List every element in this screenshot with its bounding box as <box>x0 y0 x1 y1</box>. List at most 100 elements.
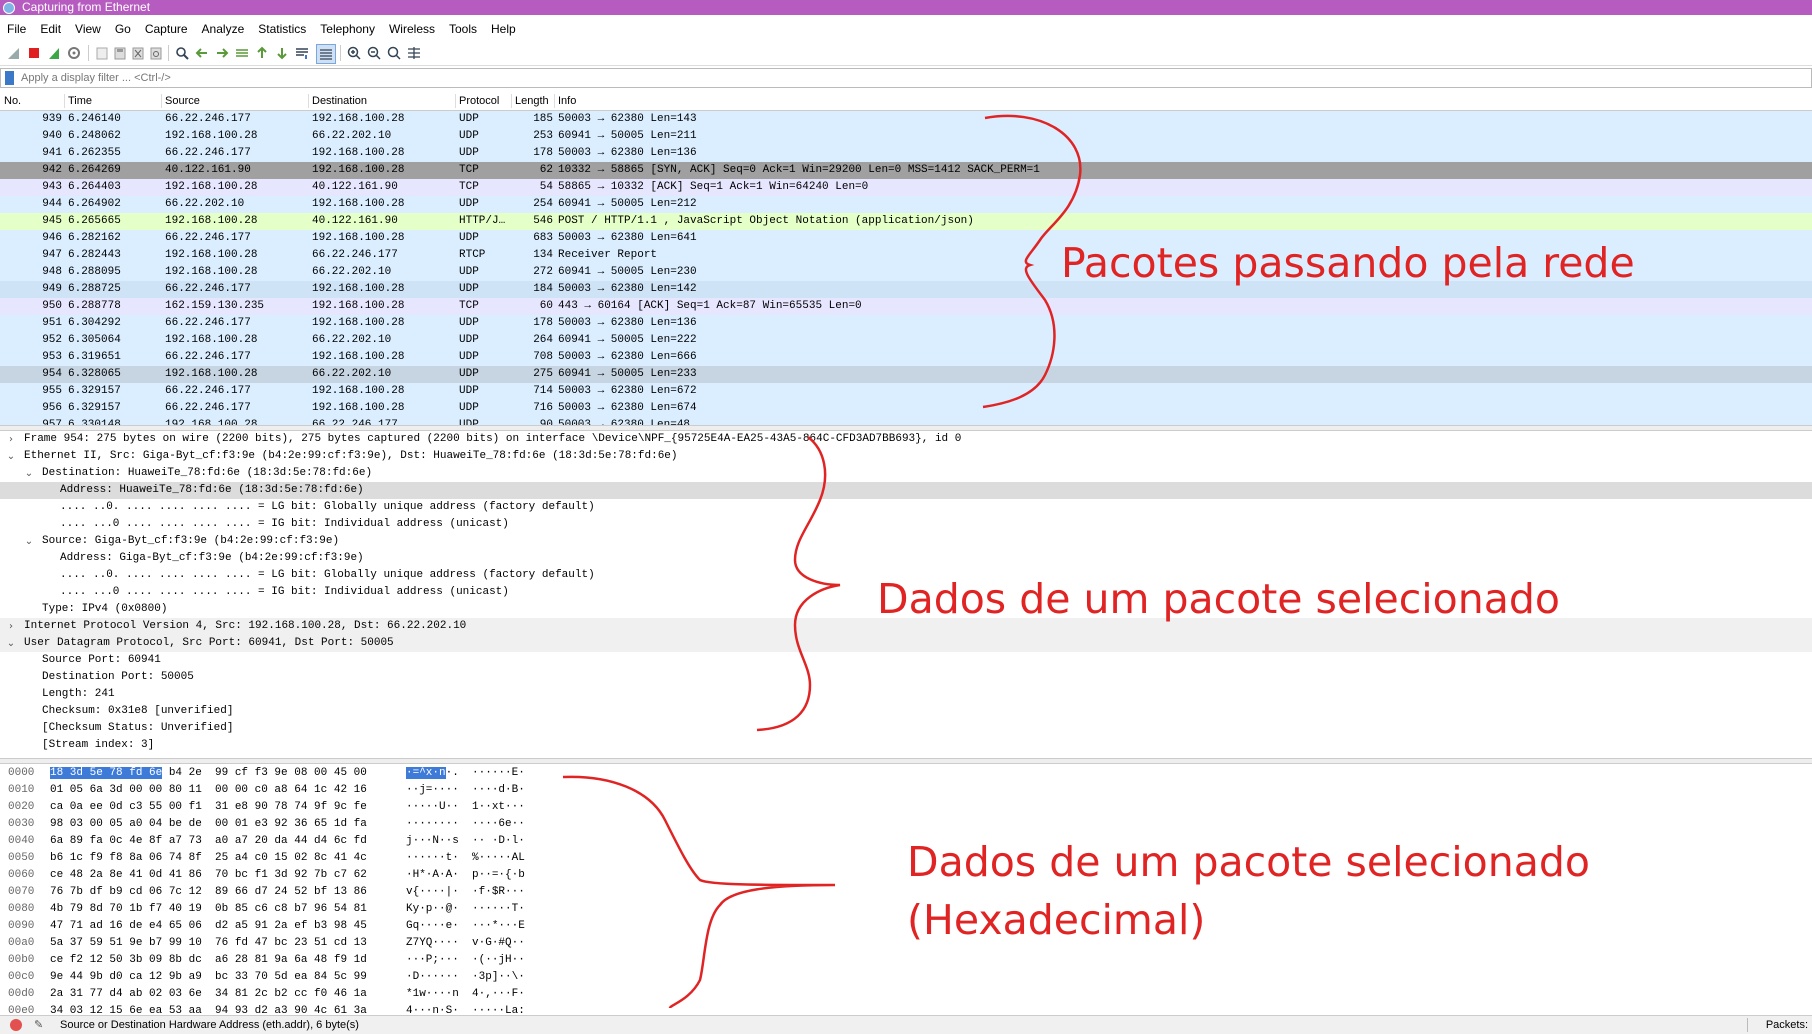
detail-tree-item[interactable]: Length: 241 <box>0 686 1812 703</box>
goto-packet-icon[interactable] <box>234 45 250 61</box>
detail-tree-item[interactable]: ⌄ User Datagram Protocol, Src Port: 60941… <box>0 635 1812 652</box>
cell-time: 6.265665 <box>68 215 121 227</box>
packet-row[interactable]: 944 6.264902 66.22.202.10 192.168.100.28 UDP… <box>0 196 1812 213</box>
packet-row[interactable]: 953 6.319651 66.22.246.177 192.168.100.28 UD… <box>0 349 1812 366</box>
menu-telephony[interactable]: Telephony <box>313 19 382 39</box>
column-header-info[interactable]: Info <box>558 92 576 110</box>
detail-text: Frame 954: 275 bytes on wire (2200 bits)… <box>24 433 962 445</box>
detail-text: Checksum: 0x31e8 [unverified] <box>42 705 234 717</box>
detail-tree-item[interactable]: ⌄ Destination: HuaweiTe_78:fd:6e (18:3d:5… <box>0 465 1812 482</box>
resize-columns-icon[interactable] <box>406 45 422 61</box>
back-arrow-icon[interactable] <box>194 45 210 61</box>
zoom-in-icon[interactable] <box>346 45 362 61</box>
first-packet-icon[interactable] <box>254 45 270 61</box>
hex-row[interactable]: 0020 ca 0a ee 0d c3 55 00 f1 31 e8 90 78 … <box>0 799 1812 816</box>
column-header-no[interactable]: No. <box>4 92 21 110</box>
detail-text: Destination Port: 50005 <box>42 671 194 683</box>
cell-time: 6.288778 <box>68 300 121 312</box>
detail-tree-item[interactable]: [Checksum Status: Unverified] <box>0 720 1812 737</box>
hex-row[interactable]: 0090 47 71 ad 16 de e4 65 06 d2 a5 91 2a … <box>0 918 1812 935</box>
display-filter-input[interactable] <box>21 70 1801 86</box>
menu-statistics[interactable]: Statistics <box>251 19 313 39</box>
detail-tree-item[interactable]: Source Port: 60941 <box>0 652 1812 669</box>
menu-tools[interactable]: Tools <box>442 19 484 39</box>
hex-row[interactable]: 00e0 34 03 12 15 6e ea 53 aa 94 93 d2 a3 … <box>0 1003 1812 1015</box>
menu-wireless[interactable]: Wireless <box>382 19 442 39</box>
reload-icon[interactable] <box>148 45 164 61</box>
collapse-arrow-icon[interactable]: ⌄ <box>6 448 16 465</box>
expand-arrow-icon[interactable]: › <box>6 618 16 635</box>
hex-row[interactable]: 0000 18 3d 5e 78 fd 6e b4 2e 99 cf f3 9e … <box>0 765 1812 782</box>
expand-arrow-icon[interactable]: › <box>6 431 16 448</box>
packet-row[interactable]: 939 6.246140 66.22.246.177 192.168.100.28 UD… <box>0 111 1812 128</box>
restart-icon[interactable] <box>46 45 62 61</box>
collapse-arrow-icon[interactable]: ⌄ <box>24 533 34 550</box>
edit-comment-icon[interactable]: ✎ <box>34 1016 43 1034</box>
detail-tree-item[interactable]: Destination Port: 50005 <box>0 669 1812 686</box>
detail-tree-item[interactable]: Checksum: 0x31e8 [unverified] <box>0 703 1812 720</box>
hex-row[interactable]: 00d0 2a 31 77 d4 ab 02 03 6e 34 81 2c b2 … <box>0 986 1812 1003</box>
expert-info-icon[interactable] <box>10 1019 22 1031</box>
detail-tree-item[interactable]: ⌄ Ethernet II, Src: Giga-Byt_cf:f3:9e (b4… <box>0 448 1812 465</box>
last-packet-icon[interactable] <box>274 45 290 61</box>
packet-row[interactable]: 954 6.328065 192.168.100.28 66.22.202.10 UDP… <box>0 366 1812 383</box>
column-header-destination[interactable]: Destination <box>312 92 367 110</box>
zoom-out-icon[interactable] <box>366 45 382 61</box>
menu-edit[interactable]: Edit <box>33 19 68 39</box>
packet-row[interactable]: 956 6.329157 66.22.246.177 192.168.100.28 UD… <box>0 400 1812 417</box>
menu-help[interactable]: Help <box>484 19 523 39</box>
open-file-icon[interactable] <box>94 45 110 61</box>
find-icon[interactable] <box>174 45 190 61</box>
detail-tree-item[interactable]: › Frame 954: 275 bytes on wire (2200 bits… <box>0 431 1812 448</box>
save-file-icon[interactable] <box>112 45 128 61</box>
packet-row[interactable]: 957 6.330148 192.168.100.28 66.22.246.177 UD… <box>0 417 1812 425</box>
hex-row[interactable]: 00a0 5a 37 59 51 9e b7 99 10 76 fd 47 bc … <box>0 935 1812 952</box>
menu-view[interactable]: View <box>68 19 108 39</box>
colorize-icon[interactable] <box>316 44 336 64</box>
shark-fin-icon[interactable] <box>6 45 22 61</box>
packet-row[interactable]: 942 6.264269 40.122.161.90 192.168.100.28 TC… <box>0 162 1812 179</box>
packet-row[interactable]: 952 6.305064 192.168.100.28 66.22.202.10 UDP… <box>0 332 1812 349</box>
detail-tree-item[interactable]: ⌄ Source: Giga-Byt_cf:f3:9e (b4:2e:99:cf:… <box>0 533 1812 550</box>
collapse-arrow-icon[interactable]: ⌄ <box>24 465 34 482</box>
hex-row[interactable]: 00b0 ce f2 12 50 3b 09 8b dc a6 28 81 9a … <box>0 952 1812 969</box>
detail-tree-item[interactable]: [Stream index: 3] <box>0 737 1812 754</box>
autoscroll-icon[interactable] <box>294 45 310 61</box>
close-file-icon[interactable] <box>130 45 146 61</box>
menu-file[interactable]: File <box>0 19 33 39</box>
hex-row[interactable]: 0080 4b 79 8d 70 1b f7 40 19 0b 85 c6 c8 … <box>0 901 1812 918</box>
hex-bytes: b6 1c f9 f8 8a 06 74 8f 25 a4 c0 15 02 8… <box>50 850 367 867</box>
bookmark-icon[interactable] <box>5 71 14 85</box>
column-header-source[interactable]: Source <box>165 92 200 110</box>
column-header-length[interactable]: Length <box>515 92 549 110</box>
packet-row[interactable]: 945 6.265665 192.168.100.28 40.122.161.90 HT… <box>0 213 1812 230</box>
packet-row[interactable]: 941 6.262355 66.22.246.177 192.168.100.28 UD… <box>0 145 1812 162</box>
menu-go[interactable]: Go <box>108 19 138 39</box>
packet-row[interactable]: 940 6.248062 192.168.100.28 66.22.202.10 UDP… <box>0 128 1812 145</box>
collapse-arrow-icon[interactable]: ⌄ <box>6 635 16 652</box>
zoom-normal-icon[interactable] <box>386 45 402 61</box>
detail-tree-item[interactable]: .... ..0. .... .... .... .... = LG bit: … <box>0 499 1812 516</box>
hex-row[interactable]: 0030 98 03 00 05 a0 04 be de 00 01 e3 92 … <box>0 816 1812 833</box>
column-header-time[interactable]: Time <box>68 92 92 110</box>
packet-row[interactable]: 950 6.288778 162.159.130.235 192.168.100.28… <box>0 298 1812 315</box>
detail-tree-item[interactable]: Address: Giga-Byt_cf:f3:9e (b4:2e:99:cf:… <box>0 550 1812 567</box>
stop-icon[interactable] <box>26 45 42 61</box>
options-gear-icon[interactable] <box>66 45 82 61</box>
detail-tree-item[interactable]: Address: HuaweiTe_78:fd:6e (18:3d:5e:78:… <box>0 482 1812 499</box>
packet-row[interactable]: 951 6.304292 66.22.246.177 192.168.100.28 UD… <box>0 315 1812 332</box>
menu-capture[interactable]: Capture <box>138 19 195 39</box>
pane-splitter[interactable] <box>0 758 1812 764</box>
hex-bytes: 18 3d 5e 78 fd 6e b4 2e 99 cf f3 9e 08 0… <box>50 765 367 782</box>
hex-row[interactable]: 0010 01 05 6a 3d 00 00 80 11 00 00 c0 a8 … <box>0 782 1812 799</box>
hex-offset: 00c0 <box>8 971 35 983</box>
forward-arrow-icon[interactable] <box>214 45 230 61</box>
packet-row[interactable]: 943 6.264403 192.168.100.28 40.122.161.90 TC… <box>0 179 1812 196</box>
menu-analyze[interactable]: Analyze <box>195 19 252 39</box>
detail-tree-item[interactable]: .... ...0 .... .... .... .... = IG bit: … <box>0 516 1812 533</box>
hex-row[interactable]: 00c0 9e 44 9b d0 ca 12 9b a9 bc 33 70 5d … <box>0 969 1812 986</box>
cell-time: 6.288095 <box>68 266 121 278</box>
cell-dst: 192.168.100.28 <box>312 317 405 329</box>
column-header-protocol[interactable]: Protocol <box>459 92 499 110</box>
packet-row[interactable]: 955 6.329157 66.22.246.177 192.168.100.28 UD… <box>0 383 1812 400</box>
